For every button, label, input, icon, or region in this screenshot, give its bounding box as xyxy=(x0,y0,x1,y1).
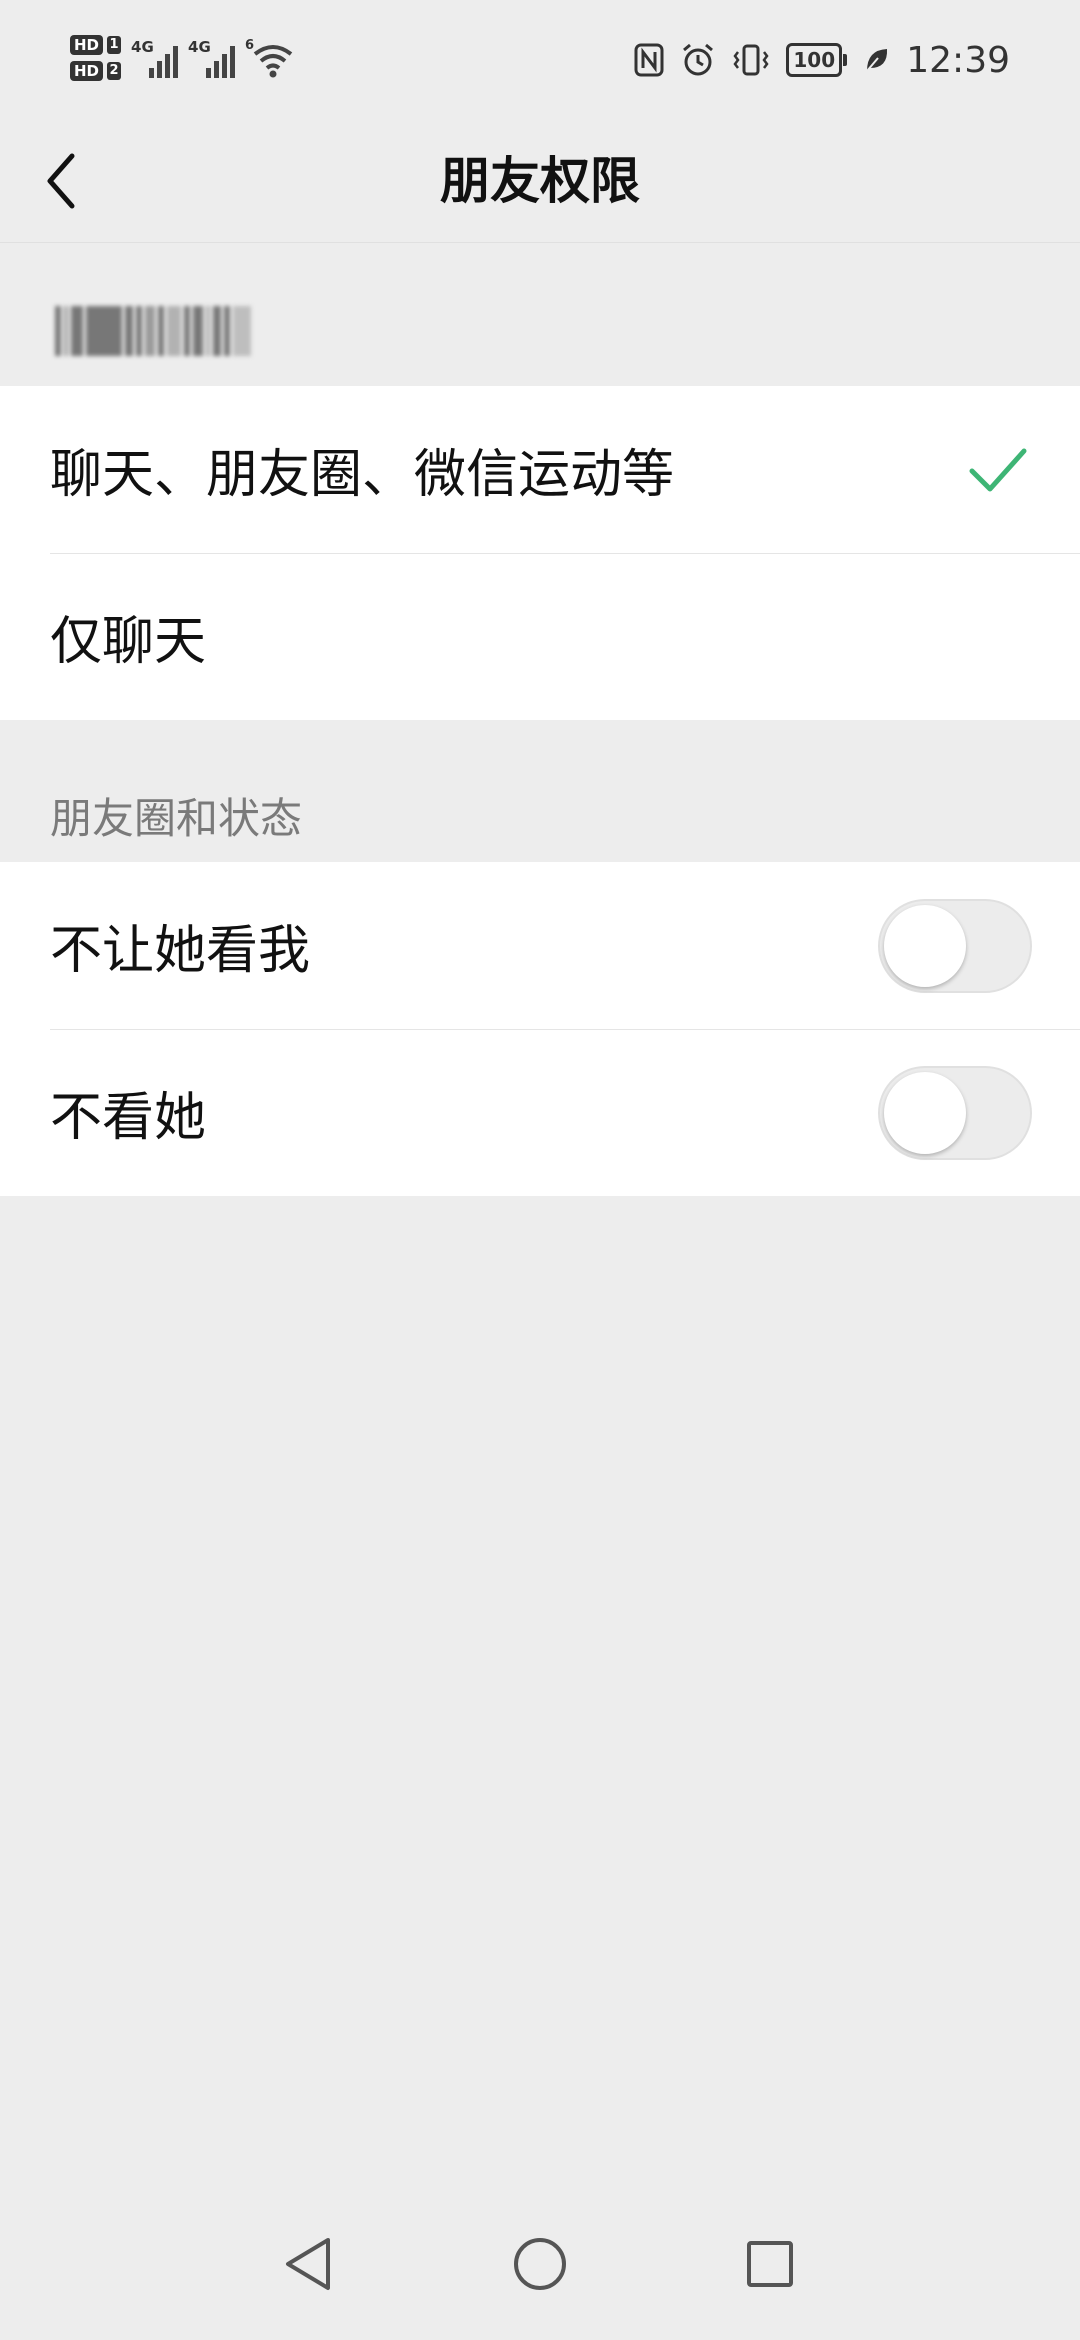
sim-1-number: 1 xyxy=(107,36,122,54)
signal-2: 4G xyxy=(188,38,236,78)
option-chat-only[interactable]: 仅聊天 xyxy=(0,553,1080,720)
checkmark-icon xyxy=(969,448,1027,491)
status-time: 12:39 xyxy=(906,39,1010,81)
permission-options-group: 聊天、朋友圈、微信运动等 仅聊天 xyxy=(0,386,1080,720)
network-1-label: 4G xyxy=(131,38,154,56)
status-left: HD 1 HD 2 4G 4G 6 xyxy=(70,26,293,90)
sim-indicators: HD 1 HD 2 xyxy=(70,35,122,81)
row-hide-my-moments: 不让她看我 xyxy=(0,862,1080,1029)
signal-1: 4G xyxy=(131,38,179,78)
sim-1-row: HD 1 xyxy=(70,35,122,55)
hd-badge: HD xyxy=(70,35,104,55)
wifi-badge: 6 xyxy=(245,38,255,53)
leaf-icon xyxy=(866,49,888,72)
row-hide-her-moments: 不看她 xyxy=(0,1029,1080,1196)
redacted-contact-name xyxy=(55,305,335,357)
moments-toggles-group: 不让她看我 不看她 xyxy=(0,862,1080,1196)
toggle-label: 不看她 xyxy=(50,1088,207,1148)
toggle-knob xyxy=(884,1071,966,1154)
toggle-label: 不让她看我 xyxy=(50,921,311,981)
nav-bar: 朋友权限 xyxy=(0,120,1080,243)
system-navigation-bar xyxy=(0,2220,1080,2340)
page-title: 朋友权限 xyxy=(440,152,640,210)
alarm-icon xyxy=(683,43,714,76)
status-bar: HD 1 HD 2 4G 4G 6 100 12:39 xyxy=(0,0,1080,120)
recents-square-icon[interactable] xyxy=(740,2234,800,2294)
status-right: 100 12:39 xyxy=(634,34,1010,86)
wifi-icon xyxy=(253,45,293,78)
option-chat-moments-werun[interactable]: 聊天、朋友圈、微信运动等 xyxy=(0,386,1080,553)
network-2-label: 4G xyxy=(188,38,211,56)
sim-2-number: 2 xyxy=(107,62,122,80)
option-label: 仅聊天 xyxy=(50,612,207,672)
hide-my-moments-toggle[interactable] xyxy=(878,898,1032,993)
back-triangle-icon[interactable] xyxy=(278,2234,338,2294)
sim-2-row: HD 2 xyxy=(70,61,122,81)
wifi: 6 xyxy=(245,38,293,78)
vibrate-icon xyxy=(733,44,769,76)
nfc-icon xyxy=(634,43,664,77)
section-title-moments: 朋友圈和状态 xyxy=(50,794,303,843)
toggle-knob xyxy=(884,904,966,987)
hd-badge: HD xyxy=(70,61,104,81)
hide-her-moments-toggle[interactable] xyxy=(878,1065,1032,1160)
battery-icon: 100 xyxy=(786,43,848,77)
option-label: 聊天、朋友圈、微信运动等 xyxy=(50,445,675,505)
home-circle-icon[interactable] xyxy=(510,2234,570,2294)
